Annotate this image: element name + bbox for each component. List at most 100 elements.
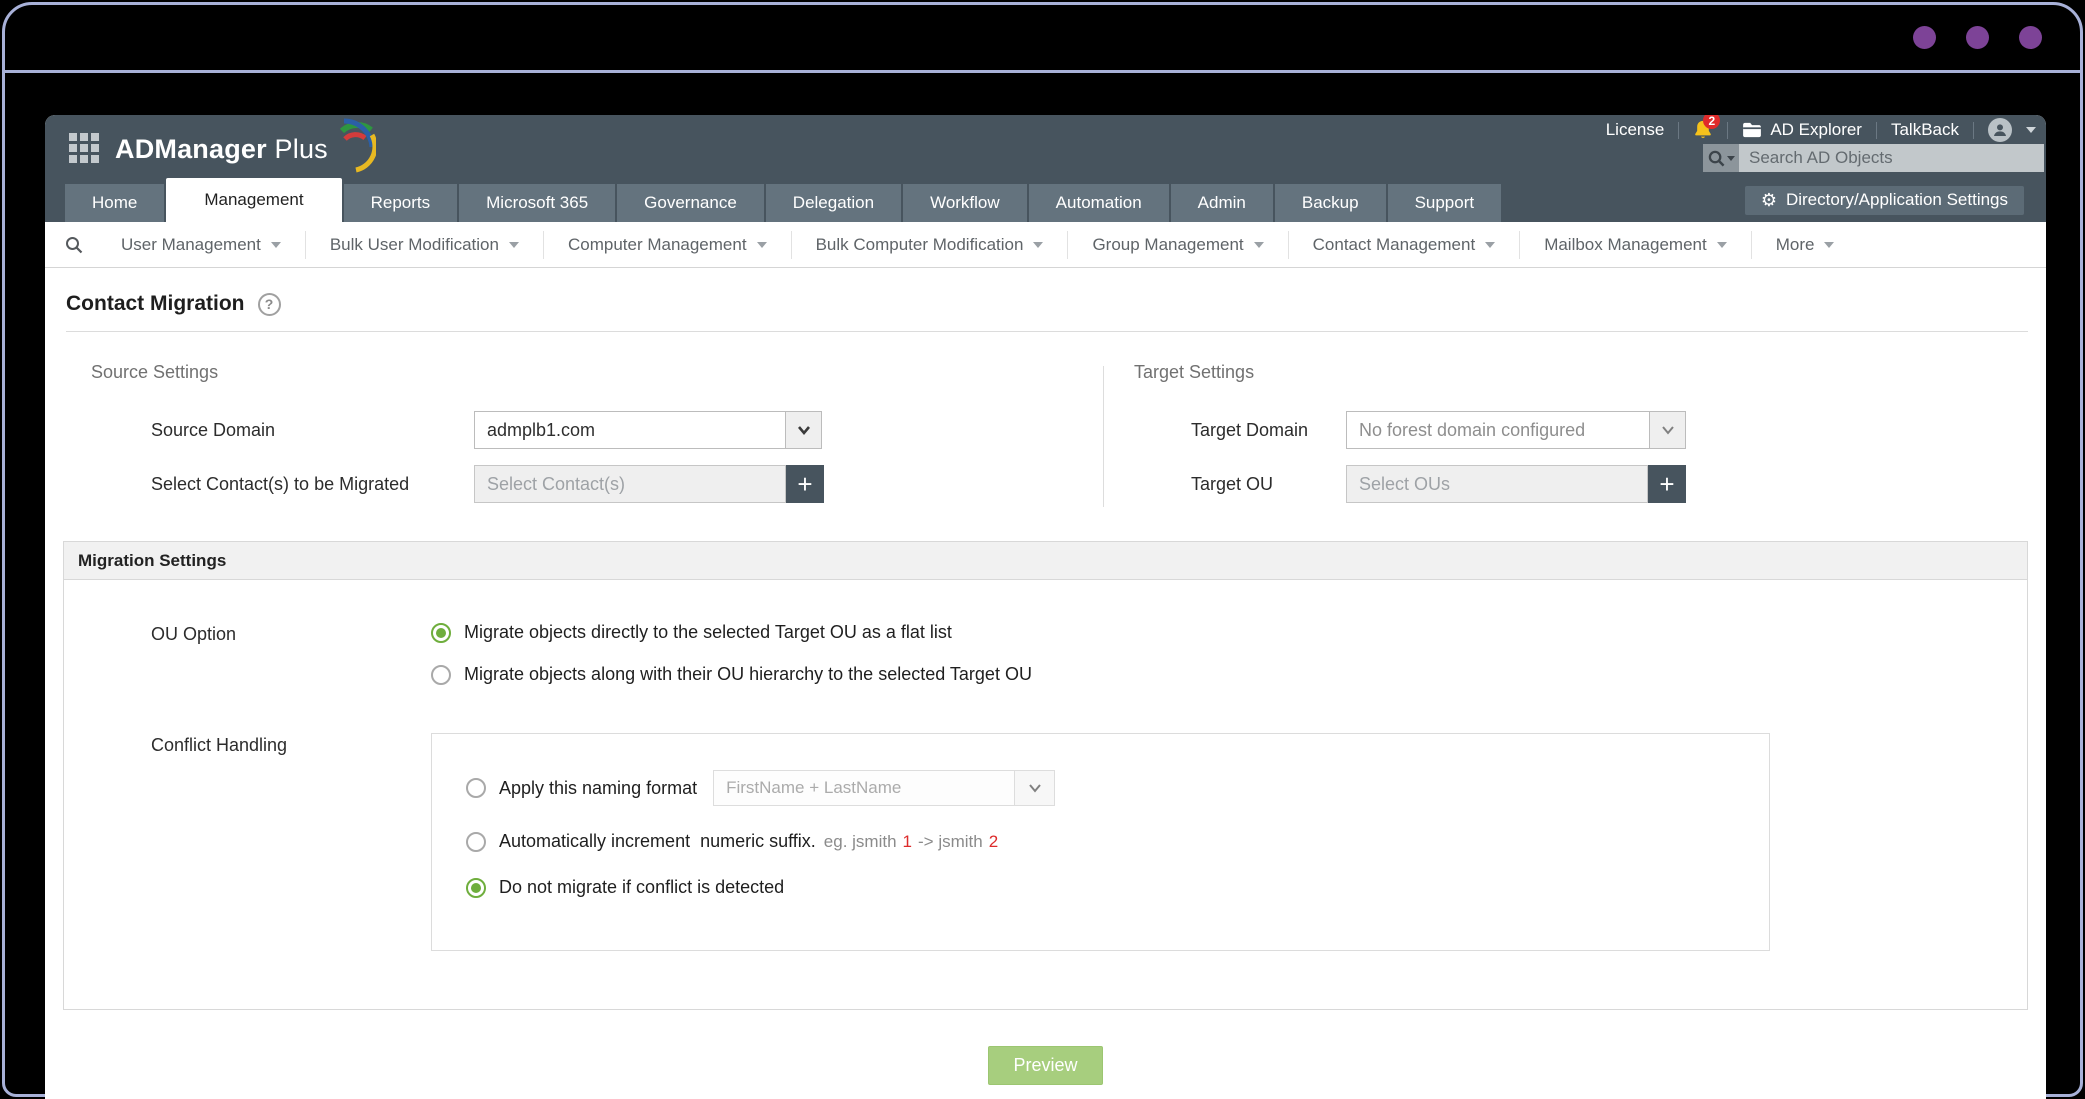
dropdown-arrow-button[interactable] xyxy=(1649,412,1685,448)
subnav-contact-management[interactable]: Contact Management xyxy=(1288,231,1520,259)
subnav-label: Mailbox Management xyxy=(1544,235,1707,255)
subnav-bulk-computer-modification[interactable]: Bulk Computer Modification xyxy=(791,231,1068,259)
conflict-naming-format-option[interactable]: Apply this naming format FirstName + Las… xyxy=(466,770,1769,806)
migration-settings-heading: Migration Settings xyxy=(64,542,2027,580)
subnav-label: Group Management xyxy=(1092,235,1243,255)
radio-selected-icon[interactable] xyxy=(431,623,451,643)
target-domain-select[interactable]: No forest domain configured xyxy=(1346,411,1686,449)
tab-support[interactable]: Support xyxy=(1388,184,1502,222)
chevron-down-icon xyxy=(1485,242,1495,248)
app-header: ADManager Plus License 2 xyxy=(45,115,2046,178)
page-content: Contact Migration ? Source Settings Sour… xyxy=(45,268,2046,1085)
conflict-skip-option[interactable]: Do not migrate if conflict is detected xyxy=(466,877,1769,898)
dropdown-arrow-button[interactable] xyxy=(785,412,821,448)
chevron-down-icon xyxy=(271,242,281,248)
conflict-increment-option[interactable]: Automatically increment numeric suffix. … xyxy=(466,831,1769,852)
target-ou-input[interactable] xyxy=(1346,465,1648,503)
tab-home[interactable]: Home xyxy=(65,184,164,222)
ou-option-flat-list[interactable]: Migrate objects directly to the selected… xyxy=(431,622,1032,643)
conflict-handling-label: Conflict Handling xyxy=(151,733,431,756)
ou-option-hierarchy[interactable]: Migrate objects along with their OU hier… xyxy=(431,664,1032,685)
subnav-user-management[interactable]: User Management xyxy=(97,231,305,259)
example-text: -> jsmith xyxy=(918,832,983,852)
settings-button-label: Directory/Application Settings xyxy=(1786,190,2008,210)
target-settings-section: Target Settings Target Domain No forest … xyxy=(1104,362,2028,519)
example-number: 2 xyxy=(989,832,998,852)
main-tab-bar: Home Management Reports Microsoft 365 Go… xyxy=(45,178,2046,222)
logo-text-light: Plus xyxy=(275,134,328,164)
titlebar-dot xyxy=(2019,26,2042,49)
titlebar-dot xyxy=(1913,26,1936,49)
title-divider xyxy=(66,331,2028,332)
target-settings-heading: Target Settings xyxy=(1134,362,2028,383)
user-avatar-icon xyxy=(1988,118,2012,142)
subnav-label: Computer Management xyxy=(568,235,747,255)
directory-application-settings-button[interactable]: Directory/Application Settings xyxy=(1745,186,2024,215)
example-number: 1 xyxy=(903,832,912,852)
radio-selected-icon[interactable] xyxy=(466,878,486,898)
target-domain-value: No forest domain configured xyxy=(1347,412,1649,448)
select-contacts-label: Select Contact(s) to be Migrated xyxy=(151,474,474,495)
dropdown-arrow-button[interactable] xyxy=(1014,771,1054,805)
radio-unselected-icon[interactable] xyxy=(431,665,451,685)
subnav-more[interactable]: More xyxy=(1751,231,1859,259)
talkback-link[interactable]: TalkBack xyxy=(1891,120,1959,140)
subnav-group-management[interactable]: Group Management xyxy=(1067,231,1287,259)
naming-format-select[interactable]: FirstName + LastName xyxy=(713,770,1055,806)
subnav-label: Bulk Computer Modification xyxy=(816,235,1024,255)
license-link[interactable]: License xyxy=(1606,120,1665,140)
select-contacts-picker: + xyxy=(474,465,824,503)
tab-admin[interactable]: Admin xyxy=(1171,184,1273,222)
search-icon xyxy=(1708,150,1725,167)
migration-settings-box: Migration Settings OU Option Migrate obj… xyxy=(63,541,2028,1010)
subnav-label: Contact Management xyxy=(1313,235,1476,255)
chevron-down-icon xyxy=(1028,781,1042,795)
ad-search-bar xyxy=(1703,144,2044,172)
tab-microsoft-365[interactable]: Microsoft 365 xyxy=(459,184,615,222)
subnav-bulk-user-modification[interactable]: Bulk User Modification xyxy=(305,231,543,259)
apps-grid-icon[interactable] xyxy=(69,133,99,163)
help-icon[interactable]: ? xyxy=(258,293,281,316)
radio-label: Do not migrate if conflict is detected xyxy=(499,877,784,898)
account-menu[interactable] xyxy=(1988,118,2036,142)
tab-backup[interactable]: Backup xyxy=(1275,184,1386,222)
ou-option-label: OU Option xyxy=(151,622,431,645)
tab-governance[interactable]: Governance xyxy=(617,184,764,222)
add-contacts-button[interactable]: + xyxy=(786,465,824,503)
conflict-handling-row: Conflict Handling Apply this naming form… xyxy=(64,733,2027,951)
tab-reports[interactable]: Reports xyxy=(344,184,458,222)
tab-workflow[interactable]: Workflow xyxy=(903,184,1027,222)
notifications-button[interactable]: 2 xyxy=(1693,119,1713,141)
radio-label: Migrate objects along with their OU hier… xyxy=(464,664,1032,685)
logo-swoosh-icon xyxy=(330,117,376,173)
tab-automation[interactable]: Automation xyxy=(1029,184,1169,222)
select-contacts-input[interactable] xyxy=(474,465,786,503)
naming-format-value: FirstName + LastName xyxy=(714,771,1014,805)
chevron-down-icon xyxy=(1727,156,1735,161)
folder-icon xyxy=(1742,122,1762,138)
add-ou-button[interactable]: + xyxy=(1648,465,1686,503)
ad-explorer-link[interactable]: AD Explorer xyxy=(1742,120,1862,140)
search-scope-button[interactable] xyxy=(1703,144,1739,172)
subnav-label: Bulk User Modification xyxy=(330,235,499,255)
chevron-down-icon xyxy=(509,242,519,248)
tab-delegation[interactable]: Delegation xyxy=(766,184,901,222)
subnav-computer-management[interactable]: Computer Management xyxy=(543,231,791,259)
subnav-mailbox-management[interactable]: Mailbox Management xyxy=(1519,231,1751,259)
divider xyxy=(1973,122,1974,139)
radio-unselected-icon[interactable] xyxy=(466,832,486,852)
divider xyxy=(1678,122,1679,139)
tabs: Home Management Reports Microsoft 365 Go… xyxy=(65,178,1501,222)
subnav-search-button[interactable] xyxy=(61,236,97,254)
tab-management[interactable]: Management xyxy=(166,178,341,222)
search-ad-objects-input[interactable] xyxy=(1739,144,2044,172)
admanager-window: ADManager Plus License 2 xyxy=(45,115,2046,1099)
divider xyxy=(1727,122,1728,139)
conflict-options-box: Apply this naming format FirstName + Las… xyxy=(431,733,1770,951)
source-domain-select[interactable]: admplb1.com xyxy=(474,411,822,449)
target-ou-label: Target OU xyxy=(1191,474,1346,495)
radio-unselected-icon[interactable] xyxy=(466,778,486,798)
preview-button[interactable]: Preview xyxy=(988,1046,1102,1085)
radio-label: Migrate objects directly to the selected… xyxy=(464,622,952,643)
subnav-label: More xyxy=(1776,235,1815,255)
